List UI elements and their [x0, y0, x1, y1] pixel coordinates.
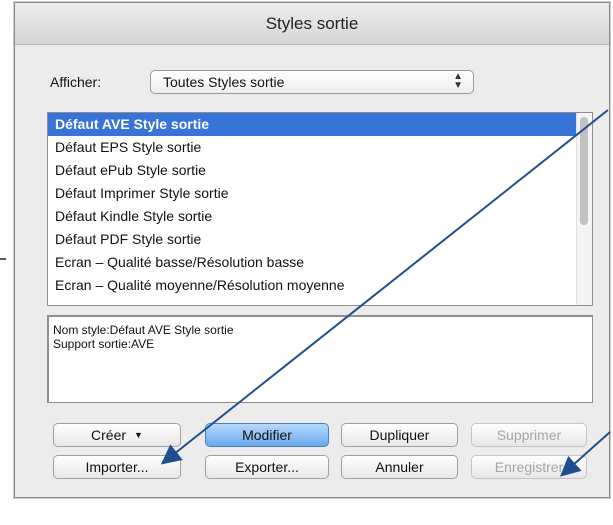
list-item[interactable]: Défaut EPS Style sortie: [48, 136, 576, 159]
style-details-box: Nom style:Défaut AVE Style sortie Suppor…: [47, 315, 593, 403]
exporter-button[interactable]: Exporter...: [205, 455, 329, 479]
importer-button[interactable]: Importer...: [53, 455, 181, 479]
updown-arrows-icon: ▲ ▼: [453, 71, 463, 91]
styles-list[interactable]: Défaut AVE Style sortie Défaut EPS Style…: [47, 112, 593, 306]
list-item[interactable]: Défaut PDF Style sortie: [48, 228, 576, 251]
annuler-button[interactable]: Annuler: [341, 455, 458, 479]
list-item[interactable]: Ecran – Qualité basse/Résolution basse: [48, 251, 576, 274]
filter-select[interactable]: Toutes Styles sortie ▲ ▼: [150, 70, 474, 94]
list-item[interactable]: Défaut Imprimer Style sortie: [48, 182, 576, 205]
title-bar: Styles sortie: [15, 3, 609, 45]
creer-button[interactable]: Créer ▼: [53, 423, 181, 447]
details-output-medium: Support sortie:AVE: [53, 337, 155, 351]
filter-label: Afficher:: [50, 74, 102, 90]
list-item-selected[interactable]: Défaut AVE Style sortie: [48, 113, 576, 136]
window-title: Styles sortie: [265, 14, 359, 33]
list-item[interactable]: Défaut Kindle Style sortie: [48, 205, 576, 228]
dupliquer-button[interactable]: Dupliquer: [341, 423, 458, 447]
details-style-name: Nom style:Défaut AVE Style sortie: [53, 323, 234, 337]
filter-selected-value: Toutes Styles sortie: [163, 74, 285, 90]
edge-mark: [0, 258, 6, 260]
creer-label: Créer: [91, 427, 127, 443]
scrollbar-thumb[interactable]: [580, 117, 588, 225]
styles-sortie-dialog: Styles sortie Afficher: Toutes Styles so…: [14, 2, 610, 498]
supprimer-button[interactable]: Supprimer: [471, 423, 587, 447]
list-scrollbar[interactable]: [576, 113, 592, 305]
dropdown-triangle-icon: ▼: [134, 430, 143, 440]
enregistrer-button[interactable]: Enregistrer: [471, 455, 587, 479]
modifier-button[interactable]: Modifier: [205, 423, 329, 447]
list-item[interactable]: Défaut ePub Style sortie: [48, 159, 576, 182]
list-item[interactable]: Ecran – Qualité moyenne/Résolution moyen…: [48, 274, 576, 297]
